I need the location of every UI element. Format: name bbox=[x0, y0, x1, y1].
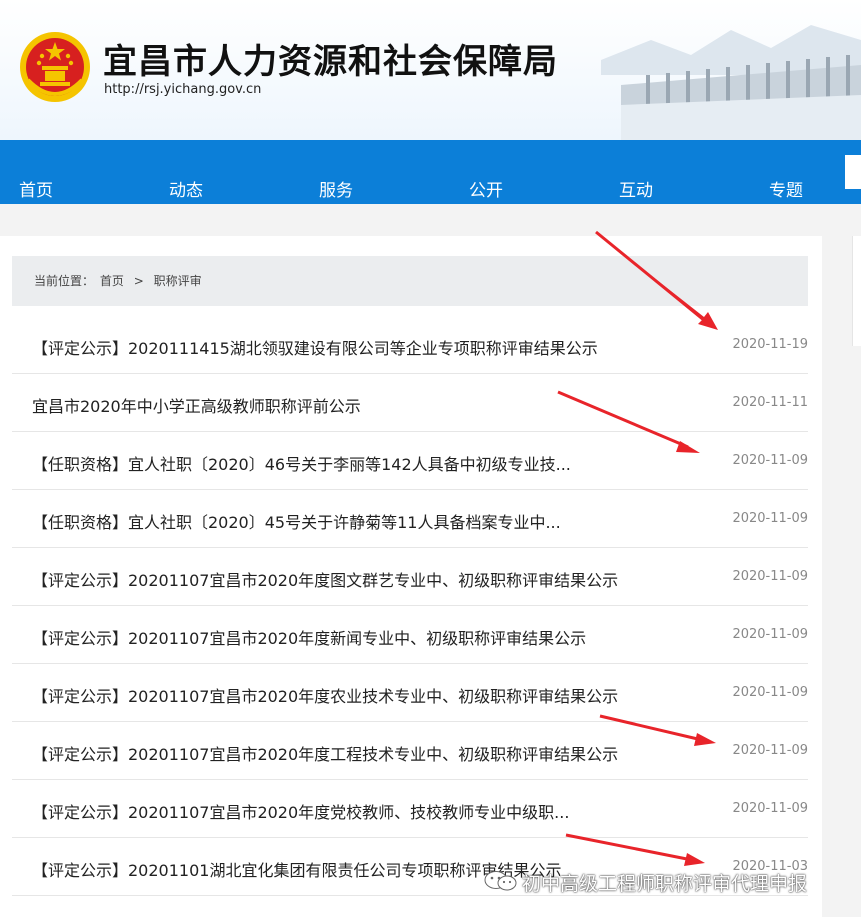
breadcrumb-current[interactable]: 职称评审 bbox=[154, 256, 202, 306]
breadcrumb: 当前位置： 首页 > 职称评审 bbox=[12, 256, 808, 306]
article-date: 2020-11-09 bbox=[732, 627, 808, 642]
article-link[interactable]: 宜昌市2020年中小学正高级教师职称评前公示 bbox=[32, 393, 361, 417]
article-link[interactable]: 【评定公示】20201107宜昌市2020年度党校教师、技校教师专业中级职... bbox=[32, 799, 569, 823]
site-url: http://rsj.yichang.gov.cn bbox=[104, 82, 262, 97]
side-panel bbox=[852, 236, 861, 346]
nav-news[interactable]: 动态 bbox=[169, 176, 203, 201]
site-title: 宜昌市人力资源和社会保障局 bbox=[103, 42, 558, 82]
nav-home[interactable]: 首页 bbox=[19, 176, 53, 201]
article-date: 2020-11-09 bbox=[732, 743, 808, 758]
list-item: 【任职资格】宜人社职〔2020〕45号关于许静菊等11人具备档案专业中... 2… bbox=[12, 490, 808, 548]
list-item: 【评定公示】20201107宜昌市2020年度图文群艺专业中、初级职称评审结果公… bbox=[12, 548, 808, 606]
search-box[interactable] bbox=[845, 155, 861, 189]
list-item: 【评定公示】20201107宜昌市2020年度农业技术专业中、初级职称评审结果公… bbox=[12, 664, 808, 722]
list-item: 宜昌市2020年中小学正高级教师职称评前公示 2020-11-11 bbox=[12, 374, 808, 432]
national-emblem-icon bbox=[20, 32, 90, 102]
article-date: 2020-11-11 bbox=[732, 395, 808, 410]
article-link[interactable]: 【评定公示】20201107宜昌市2020年度农业技术专业中、初级职称评审结果公… bbox=[32, 683, 618, 707]
list-item: 【评定公示】20201107宜昌市2020年度党校教师、技校教师专业中级职...… bbox=[12, 780, 808, 838]
breadcrumb-separator: > bbox=[133, 274, 144, 288]
article-link[interactable]: 【评定公示】20201107宜昌市2020年度图文群艺专业中、初级职称评审结果公… bbox=[32, 567, 618, 591]
list-item: 【评定公示】20201107宜昌市2020年度工程技术专业中、初级职称评审结果公… bbox=[12, 722, 808, 780]
nav-services[interactable]: 服务 bbox=[319, 176, 353, 201]
breadcrumb-prefix: 当前位置： bbox=[34, 274, 95, 288]
list-item: 【评定公示】20201107宜昌市2020年度新闻专业中、初级职称评审结果公示 … bbox=[12, 606, 808, 664]
article-date: 2020-11-09 bbox=[732, 685, 808, 700]
article-date: 2020-11-19 bbox=[732, 337, 808, 352]
list-item: 【评定公示】2020111415湖北领驭建设有限公司等企业专项职称评审结果公示 … bbox=[12, 316, 808, 374]
article-link[interactable]: 【评定公示】20201107宜昌市2020年度工程技术专业中、初级职称评审结果公… bbox=[32, 741, 618, 765]
article-link[interactable]: 【任职资格】宜人社职〔2020〕45号关于许静菊等11人具备档案专业中... bbox=[32, 509, 561, 533]
article-link[interactable]: 【评定公示】20201107宜昌市2020年度新闻专业中、初级职称评审结果公示 bbox=[32, 625, 586, 649]
site-header: 宜昌市人力资源和社会保障局 http://rsj.yichang.gov.cn bbox=[0, 0, 861, 140]
dam-skyline-decoration bbox=[601, 25, 861, 140]
nav-public[interactable]: 公开 bbox=[469, 176, 503, 201]
main-content: 当前位置： 首页 > 职称评审 【评定公示】2020111415湖北领驭建设有限… bbox=[0, 236, 822, 917]
article-list: 【评定公示】2020111415湖北领驭建设有限公司等企业专项职称评审结果公示 … bbox=[12, 316, 808, 896]
watermark: 初中高级工程师职称评审代理申报 bbox=[484, 867, 854, 897]
nav-interaction[interactable]: 互动 bbox=[619, 176, 653, 201]
breadcrumb-home[interactable]: 首页 bbox=[100, 256, 124, 306]
article-date: 2020-11-09 bbox=[732, 453, 808, 468]
article-date: 2020-11-09 bbox=[732, 511, 808, 526]
article-link[interactable]: 【评定公示】2020111415湖北领驭建设有限公司等企业专项职称评审结果公示 bbox=[32, 335, 598, 359]
main-navbar: 首页 动态 服务 公开 互动 专题 bbox=[0, 140, 861, 204]
nav-topics[interactable]: 专题 bbox=[769, 176, 803, 201]
article-link[interactable]: 【任职资格】宜人社职〔2020〕46号关于李丽等142人具备中初级专业技... bbox=[32, 451, 571, 475]
article-date: 2020-11-09 bbox=[732, 569, 808, 584]
wechat-icon bbox=[484, 871, 517, 891]
watermark-text: 初中高级工程师职称评审代理申报 bbox=[522, 873, 808, 895]
article-date: 2020-11-09 bbox=[732, 801, 808, 816]
list-item: 【任职资格】宜人社职〔2020〕46号关于李丽等142人具备中初级专业技... … bbox=[12, 432, 808, 490]
article-link[interactable]: 【评定公示】20201101湖北宜化集团有限责任公司专项职称评审结果公示 bbox=[32, 857, 561, 881]
